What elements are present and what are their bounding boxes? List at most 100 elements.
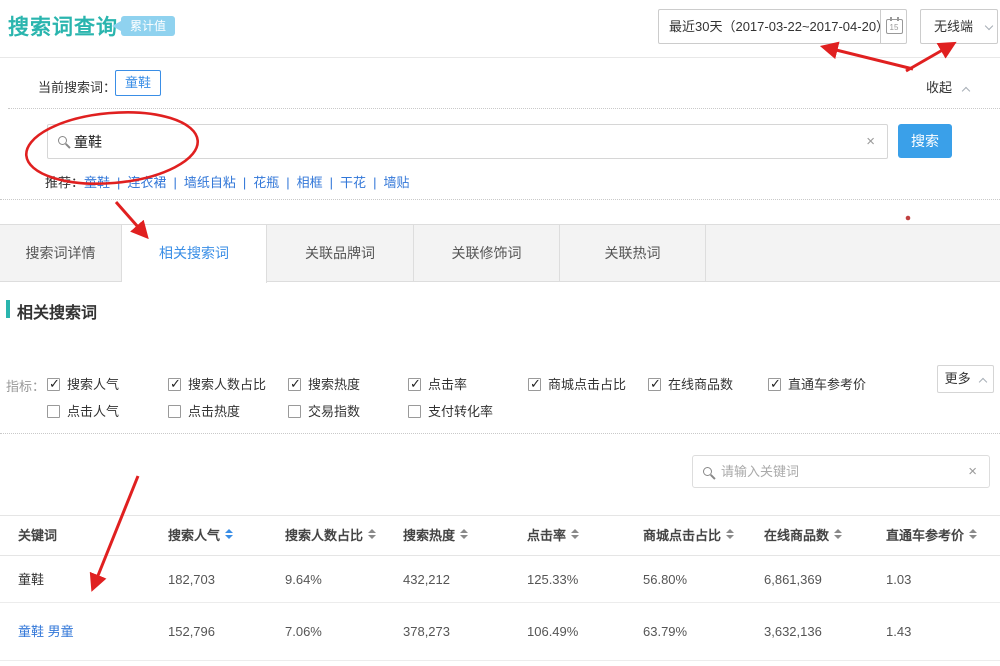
more-metrics-button[interactable]: 更多 <box>937 365 994 393</box>
cell-keyword: 童鞋 <box>18 556 44 603</box>
metric-item-label: 搜索人数占比 <box>188 377 266 392</box>
tab-related-hot-terms[interactable]: 关联热词 <box>560 225 706 282</box>
sort-down-triangle <box>225 535 233 539</box>
recommend-link-5[interactable]: 干花 <box>340 175 366 190</box>
sort-icon[interactable] <box>368 529 376 539</box>
metric-item-r1-3[interactable]: 点击率 <box>408 374 467 388</box>
cell-value: 3,632,136 <box>764 603 822 661</box>
checkbox-icon[interactable] <box>408 378 421 391</box>
cell-value: 432,212 <box>403 556 450 603</box>
table-header: 关键词 搜索人气 搜索人数占比 搜索热度 点击率 商城点击占比 在线商品数 直通车参考价 <box>0 515 1000 556</box>
metric-item-r2-1[interactable]: 点击热度 <box>168 401 240 415</box>
sort-icon[interactable] <box>834 529 842 539</box>
recommend-row: 推荐：童鞋|连衣裙|墙纸自粘|花瓶|相框|干花|墙贴 <box>45 172 409 191</box>
recommend-link-2[interactable]: 墙纸自粘 <box>184 175 236 190</box>
search-button[interactable]: 搜索 <box>898 124 952 158</box>
link-separator: | <box>373 175 376 190</box>
sort-down-triangle <box>368 535 376 539</box>
sort-up-triangle <box>726 529 734 533</box>
date-range-picker[interactable]: 最近30天（2017-03-22~2017-04-20） 15 <box>658 9 907 44</box>
search-icon <box>58 136 67 145</box>
collapse-toggle[interactable]: 收起 <box>926 77 969 96</box>
cell-value: 125.33% <box>527 556 578 603</box>
metric-item-label: 点击热度 <box>188 404 240 419</box>
metric-item-r2-0[interactable]: 点击人气 <box>47 401 119 415</box>
checkbox-icon[interactable] <box>47 378 60 391</box>
cumulative-value-badge: 累计值 <box>121 16 175 36</box>
metric-item-r2-3[interactable]: 支付转化率 <box>408 401 493 415</box>
recommend-link-4[interactable]: 相框 <box>297 175 323 190</box>
sort-up-triangle <box>969 529 977 533</box>
dotted-divider <box>8 108 1000 109</box>
main-search-input[interactable] <box>74 126 864 157</box>
table-row: 童鞋 男童152,7967.06%378,273106.49%63.79%3,6… <box>0 603 1000 661</box>
metric-item-r1-2[interactable]: 搜索热度 <box>288 374 360 388</box>
keyword-filter-input[interactable] <box>721 457 961 486</box>
checkbox-icon[interactable] <box>288 378 301 391</box>
sort-down-triangle <box>726 535 734 539</box>
cell-value: 1.03 <box>886 556 911 603</box>
sort-up-triangle <box>834 529 842 533</box>
link-separator: | <box>286 175 289 190</box>
calendar-button[interactable]: 15 <box>880 10 907 43</box>
metric-item-r2-2[interactable]: 交易指数 <box>288 401 360 415</box>
metric-item-r1-5[interactable]: 在线商品数 <box>648 374 733 388</box>
metric-item-r1-6[interactable]: 直通车参考价 <box>768 374 866 388</box>
chevron-up-icon <box>961 87 969 95</box>
checkbox-icon[interactable] <box>47 405 60 418</box>
column-header-0: 关键词 <box>18 516 57 556</box>
column-header-1[interactable]: 搜索人气 <box>168 516 233 556</box>
column-header-7[interactable]: 直通车参考价 <box>886 516 977 556</box>
metric-item-r1-0[interactable]: 搜索人气 <box>47 374 119 388</box>
column-header-2[interactable]: 搜索人数占比 <box>285 516 376 556</box>
column-header-label: 商城点击占比 <box>643 528 721 543</box>
chevron-down-icon <box>984 22 992 30</box>
tab-related-search-terms[interactable]: 相关搜索词 <box>122 225 267 283</box>
link-separator: | <box>173 175 176 190</box>
recommend-link-3[interactable]: 花瓶 <box>253 175 279 190</box>
column-header-label: 搜索人气 <box>168 528 220 543</box>
sort-down-triangle <box>834 535 842 539</box>
recommend-link-6[interactable]: 墙贴 <box>383 175 409 190</box>
checkbox-icon[interactable] <box>168 378 181 391</box>
keyword-filter-box: × <box>692 455 990 488</box>
column-header-5[interactable]: 商城点击占比 <box>643 516 734 556</box>
recommend-link-1[interactable]: 连衣裙 <box>127 175 166 190</box>
column-header-3[interactable]: 搜索热度 <box>403 516 468 556</box>
cell-keyword[interactable]: 童鞋 男童 <box>18 603 74 661</box>
more-label: 更多 <box>945 371 971 386</box>
cell-value: 7.06% <box>285 603 322 661</box>
column-header-6[interactable]: 在线商品数 <box>764 516 842 556</box>
sort-icon[interactable] <box>225 529 233 539</box>
sort-icon[interactable] <box>969 529 977 539</box>
dotted-divider-3 <box>0 433 1000 434</box>
checkbox-icon[interactable] <box>168 405 181 418</box>
metrics-label: 指标： <box>6 376 45 395</box>
tab-related-modifier-terms[interactable]: 关联修饰词 <box>414 225 560 282</box>
checkbox-icon[interactable] <box>648 378 661 391</box>
clear-icon[interactable]: × <box>866 133 875 150</box>
date-range-text: 最近30天（2017-03-22~2017-04-20） <box>669 10 889 43</box>
sort-icon[interactable] <box>571 529 579 539</box>
sort-icon[interactable] <box>460 529 468 539</box>
checkbox-icon[interactable] <box>408 405 421 418</box>
tab-related-brand-terms[interactable]: 关联品牌词 <box>267 225 414 282</box>
recommend-link-0[interactable]: 童鞋 <box>84 175 110 190</box>
metric-item-r1-4[interactable]: 商城点击占比 <box>528 374 626 388</box>
page-title: 搜索词查询 <box>8 11 118 41</box>
tab-search-term-detail[interactable]: 搜索词详情 <box>0 225 122 282</box>
current-term-button[interactable]: 童鞋 <box>115 70 161 96</box>
cell-value: 152,796 <box>168 603 215 661</box>
checkbox-icon[interactable] <box>528 378 541 391</box>
column-header-label: 搜索热度 <box>403 528 455 543</box>
sort-icon[interactable] <box>726 529 734 539</box>
checkbox-icon[interactable] <box>768 378 781 391</box>
checkbox-icon[interactable] <box>288 405 301 418</box>
metric-item-r1-1[interactable]: 搜索人数占比 <box>168 374 266 388</box>
current-term-label: 当前搜索词： <box>38 77 116 96</box>
column-header-4[interactable]: 点击率 <box>527 516 579 556</box>
column-header-label: 关键词 <box>18 528 57 543</box>
clear-icon[interactable]: × <box>968 463 977 480</box>
dotted-divider-2 <box>0 199 1000 200</box>
terminal-dropdown[interactable]: 无线端 <box>920 9 998 44</box>
